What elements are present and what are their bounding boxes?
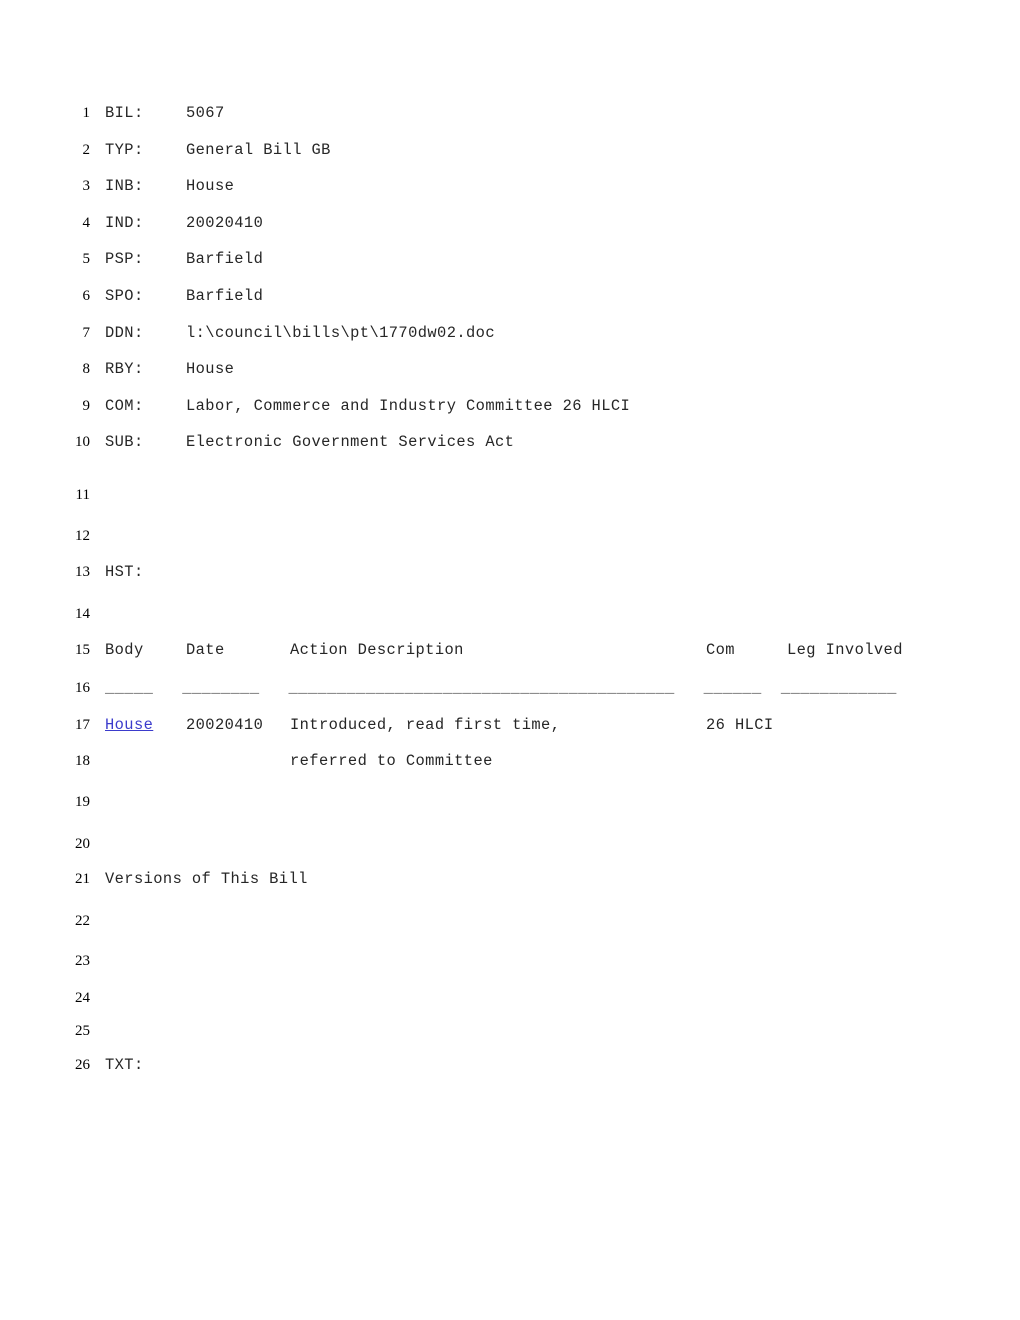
column-header-body: Body [105, 641, 144, 660]
line-number: 7 [82, 324, 91, 341]
field-value-typ: General Bill GB [186, 140, 331, 159]
field-label-typ: TYP: [105, 140, 144, 159]
record-line-blank: 14 [0, 605, 1020, 623]
line-number: 22 [75, 913, 90, 930]
record-line: 2 TYP: General Bill GB [0, 141, 1020, 159]
record-line: 10 SUB: Electronic Government Services A… [0, 433, 1020, 451]
line-number: 6 [82, 287, 91, 304]
field-value-bil: 5067 [186, 104, 225, 122]
line-number: 2 [82, 141, 91, 158]
history-table-row-continued: 18 referred to Committee [0, 752, 1020, 770]
line-number: 18 [75, 753, 90, 770]
record-line: 7 DDN: l:\council\bills\pt\1770dw02.doc [0, 324, 1020, 342]
column-rule: _____ ________ _________________________… [105, 679, 897, 698]
record-line: 26 TXT: [0, 1056, 1020, 1074]
field-value-psp: Barfield [186, 250, 264, 269]
field-label-rby: RBY: [105, 360, 144, 379]
line-number: 17 [75, 716, 90, 733]
record-line: 8 RBY: House [0, 360, 1020, 378]
field-value-spo: Barfield [186, 286, 264, 305]
line-number: 19 [75, 794, 90, 811]
row-value-action-line1: Introduced, read first time, [290, 715, 561, 734]
record-line-blank: 23 [0, 952, 1020, 970]
record-line: 5 PSP: Barfield [0, 250, 1020, 268]
record-line: 6 SPO: Barfield [0, 287, 1020, 305]
record-line-blank: 25 [0, 1022, 1020, 1040]
record-line: 9 COM: Labor, Commerce and Industry Comm… [0, 397, 1020, 415]
row-value-action-line2: referred to Committee [290, 752, 493, 771]
line-number: 4 [82, 214, 91, 231]
bill-record-text: 1 BIL: 5067 2 TYP: General Bill GB 3 INB… [0, 104, 1020, 1074]
record-line: 4 IND: 20020410 [0, 214, 1020, 232]
field-label-spo: SPO: [105, 286, 144, 305]
body-link-house[interactable]: House [105, 716, 153, 734]
history-table-row: 17 House 20020410 Introduced, read first… [0, 716, 1020, 734]
record-line-blank: 19 [0, 793, 1020, 811]
line-number: 13 [75, 563, 90, 580]
line-number: 9 [82, 397, 91, 414]
line-number: 1 [82, 105, 91, 121]
line-number: 12 [75, 528, 90, 545]
line-number: 8 [82, 361, 91, 378]
history-table-rule-row: 16 _____ ________ ______________________… [0, 679, 1020, 697]
row-value-date: 20020410 [186, 715, 264, 734]
line-number: 11 [75, 486, 90, 503]
line-number: 14 [75, 605, 90, 622]
line-number: 24 [75, 989, 90, 1006]
line-number: 5 [82, 251, 91, 268]
versions-heading: Versions of This Bill [105, 869, 308, 888]
line-number: 26 [75, 1057, 90, 1074]
field-label-sub: SUB: [105, 433, 144, 452]
line-number: 16 [75, 680, 90, 697]
row-value-com: 26 HLCI [706, 715, 774, 734]
record-line: 1 BIL: 5067 [0, 104, 1020, 122]
versions-heading-row: 21 Versions of This Bill [0, 870, 1020, 888]
record-line-blank: 22 [0, 912, 1020, 930]
record-line: 3 INB: House [0, 177, 1020, 195]
record-line-blank: 24 [0, 989, 1020, 1007]
field-value-sub: Electronic Government Services Act [186, 433, 515, 452]
column-header-date: Date [186, 641, 225, 660]
field-label-com: COM: [105, 396, 144, 415]
field-value-rby: House [186, 360, 235, 379]
field-value-inb: House [186, 177, 235, 196]
line-number: 10 [75, 434, 90, 451]
line-number: 25 [75, 1023, 90, 1040]
column-header-com: Com [706, 641, 735, 660]
column-header-leg: Leg Involved [787, 641, 903, 660]
line-number: 20 [75, 835, 90, 852]
column-header-action: Action Description [290, 641, 464, 660]
record-line-blank: 20 [0, 835, 1020, 853]
field-value-ind: 20020410 [186, 213, 264, 232]
field-value-com: Labor, Commerce and Industry Committee 2… [186, 396, 631, 415]
record-line-blank: 11 [0, 486, 1020, 504]
section-label-txt: TXT: [105, 1056, 144, 1075]
line-number: 3 [82, 178, 91, 195]
line-number: 21 [75, 870, 90, 887]
field-label-ddn: DDN: [105, 323, 144, 342]
field-label-bil: BIL: [105, 104, 144, 122]
field-value-ddn: l:\council\bills\pt\1770dw02.doc [186, 323, 495, 342]
line-number: 23 [75, 952, 90, 969]
line-number: 15 [75, 642, 90, 659]
field-label-inb: INB: [105, 177, 144, 196]
document-page: 1 BIL: 5067 2 TYP: General Bill GB 3 INB… [0, 0, 1020, 1320]
section-label-hst: HST: [105, 562, 144, 581]
history-table-header: 15 Body Date Action Description Com Leg … [0, 641, 1020, 659]
field-label-psp: PSP: [105, 250, 144, 269]
record-line: 13 HST: [0, 563, 1020, 581]
record-line-blank: 12 [0, 527, 1020, 545]
field-label-ind: IND: [105, 213, 144, 232]
